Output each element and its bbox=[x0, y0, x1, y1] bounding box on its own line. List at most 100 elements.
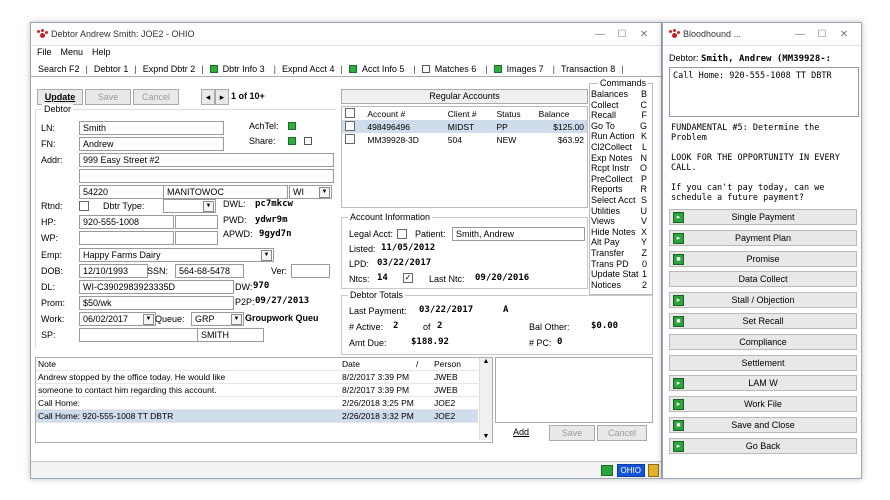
command-item[interactable]: Trans PD 0 bbox=[589, 259, 651, 270]
command-item[interactable]: Alt Pay Y bbox=[589, 237, 651, 248]
tab-transaction[interactable]: Transaction 8 bbox=[558, 64, 618, 74]
city-field[interactable]: MANITOWOC bbox=[163, 185, 288, 199]
command-item[interactable]: Transfer Z bbox=[589, 248, 651, 259]
maximize-icon[interactable]: ☐ bbox=[811, 29, 833, 40]
notes-scrollbar[interactable]: ▲ ▼ bbox=[479, 358, 492, 440]
command-item[interactable]: Recall F bbox=[589, 110, 651, 121]
address-line2-field[interactable] bbox=[79, 169, 334, 183]
address-line1-field[interactable]: 999 Easy Street #2 bbox=[79, 153, 334, 167]
command-item[interactable]: Collect C bbox=[589, 100, 651, 111]
tab-dbtr-info[interactable]: Dbtr Info 3 bbox=[207, 64, 271, 74]
col-sort[interactable]: / bbox=[414, 358, 432, 371]
legal-acct-checkbox[interactable] bbox=[397, 229, 407, 239]
note-row[interactable]: Call Home: 2/26/2018 3:25 PM JOE2 bbox=[36, 396, 478, 410]
menu-file[interactable]: File bbox=[37, 47, 52, 60]
sp-name-field[interactable]: SMITH bbox=[197, 328, 264, 342]
bloodhound-button[interactable]: Compliance bbox=[669, 333, 857, 350]
col-balance[interactable]: Balance bbox=[536, 107, 587, 120]
calculator-icon[interactable] bbox=[648, 464, 659, 477]
row-checkbox[interactable] bbox=[345, 120, 355, 131]
work-phone-ext-field[interactable] bbox=[175, 231, 218, 245]
col-note[interactable]: Note bbox=[36, 358, 340, 371]
save-note-button[interactable]: Save bbox=[549, 425, 595, 441]
row-checkbox[interactable] bbox=[345, 133, 355, 144]
bloodhound-button[interactable]: ▸ Work File bbox=[669, 396, 857, 413]
bloodhound-button[interactable]: Data Collect bbox=[669, 271, 857, 288]
command-item[interactable]: Hide Notes X bbox=[589, 227, 651, 238]
save-button[interactable]: Save bbox=[85, 89, 131, 105]
employer-select[interactable]: Happy Farms Dairy ▼ bbox=[79, 248, 274, 262]
zip-field[interactable]: 54220 bbox=[79, 185, 164, 199]
tab-matches[interactable]: Matches 6 bbox=[419, 64, 483, 74]
menu-menu[interactable]: Menu bbox=[61, 47, 84, 60]
scroll-up-icon[interactable]: ▲ bbox=[480, 358, 492, 365]
patient-field[interactable]: Smith, Andrew bbox=[452, 227, 585, 241]
bloodhound-button[interactable]: ■ Set Recall bbox=[669, 313, 857, 329]
bloodhound-button[interactable]: ▸ LAM W bbox=[669, 375, 857, 392]
tab-images[interactable]: Images 7 bbox=[491, 64, 550, 74]
work-phone-field[interactable] bbox=[79, 231, 174, 245]
command-item[interactable]: Select Acct S bbox=[589, 195, 651, 206]
state-select[interactable]: WI ▼ bbox=[289, 185, 332, 199]
bloodhound-button[interactable]: ▸ Payment Plan bbox=[669, 229, 857, 246]
command-item[interactable]: PreCollect P bbox=[589, 174, 651, 185]
cancel-button[interactable]: Cancel bbox=[133, 89, 179, 105]
command-item[interactable]: Views V bbox=[589, 216, 651, 227]
update-button[interactable]: Update bbox=[37, 89, 83, 105]
col-person[interactable]: Person bbox=[432, 358, 478, 371]
command-item[interactable]: Balances B bbox=[589, 89, 651, 100]
queue-select[interactable]: GRP ▼ bbox=[191, 312, 244, 326]
ver-field[interactable] bbox=[291, 264, 330, 278]
first-name-field[interactable]: Andrew bbox=[79, 137, 224, 151]
minimize-icon[interactable]: — bbox=[789, 29, 811, 40]
work-date-select[interactable]: 06/02/2017 ▼ bbox=[79, 312, 156, 326]
tab-acct-info[interactable]: Acct Info 5 bbox=[346, 64, 411, 74]
bloodhound-button[interactable]: ▸ Single Payment bbox=[669, 209, 857, 225]
bloodhound-note-box[interactable]: Call Home: 920-555-1008 TT DBTR bbox=[669, 67, 859, 117]
tab-debtor[interactable]: Debtor 1 bbox=[91, 64, 132, 74]
bloodhound-button[interactable]: ▸ Go Back bbox=[669, 437, 857, 454]
last-name-field[interactable]: Smith bbox=[79, 121, 224, 135]
command-item[interactable]: Notices 2 bbox=[589, 280, 651, 291]
home-phone-ext-field[interactable] bbox=[175, 215, 218, 229]
col-account[interactable]: Account # bbox=[364, 107, 444, 120]
drivers-license-field[interactable]: WI-C3902983923335D bbox=[79, 280, 234, 294]
menu-help[interactable]: Help bbox=[92, 47, 111, 60]
col-status[interactable]: Status bbox=[493, 107, 535, 120]
tab-search[interactable]: Search F2 bbox=[35, 64, 83, 74]
note-editor[interactable] bbox=[495, 357, 653, 423]
note-row[interactable]: Call Home: 920-555-1008 TT DBTR 2/26/2018… bbox=[36, 409, 478, 423]
bloodhound-button[interactable]: ■ Save and Close bbox=[669, 417, 857, 433]
promise-field[interactable]: $50/wk bbox=[79, 296, 234, 310]
command-item[interactable]: Utilities U bbox=[589, 206, 651, 217]
notices-checkbox[interactable]: ✓ bbox=[403, 273, 413, 283]
tab-expnd-acct[interactable]: Expnd Acct 4 bbox=[279, 64, 338, 74]
command-item[interactable]: Update Stat 1 bbox=[589, 269, 651, 280]
bloodhound-button[interactable]: ■ Promise bbox=[669, 250, 857, 267]
command-item[interactable]: Reports R bbox=[589, 184, 651, 195]
add-note-button[interactable]: Add bbox=[501, 425, 541, 439]
note-row[interactable]: someone to contact him regarding this ac… bbox=[36, 383, 478, 397]
note-row[interactable]: Andrew stopped by the office today. He w… bbox=[36, 370, 478, 384]
tab-expnd-dbtr[interactable]: Expnd Dbtr 2 bbox=[140, 64, 199, 74]
table-row[interactable]: 498496496 MIDST PP $125.00 bbox=[342, 120, 587, 133]
bloodhound-button[interactable]: ▸ Stall / Objection bbox=[669, 292, 857, 309]
next-record-button[interactable]: ▸ bbox=[215, 89, 229, 105]
home-phone-field[interactable]: 920-555-1008 bbox=[79, 215, 174, 229]
table-row[interactable]: MM39928-3D 504 NEW $63.92 bbox=[342, 133, 587, 146]
command-item[interactable]: Cl2Collect L bbox=[589, 142, 651, 153]
close-icon[interactable]: ✕ bbox=[833, 29, 855, 40]
dob-field[interactable]: 12/10/1993 bbox=[79, 264, 148, 278]
share-empty-icon[interactable] bbox=[304, 137, 312, 145]
command-item[interactable]: Run Action K bbox=[589, 131, 651, 142]
close-icon[interactable]: ✕ bbox=[633, 29, 655, 40]
command-item[interactable]: Exp Notes N bbox=[589, 153, 651, 164]
debtor-type-select[interactable]: ▼ bbox=[163, 199, 216, 213]
maximize-icon[interactable]: ☐ bbox=[611, 29, 633, 40]
returned-checkbox[interactable] bbox=[79, 201, 89, 211]
select-all-checkbox[interactable] bbox=[345, 107, 355, 118]
col-client[interactable]: Client # bbox=[445, 107, 494, 120]
minimize-icon[interactable]: — bbox=[589, 29, 611, 40]
command-item[interactable]: Go To G bbox=[589, 121, 651, 132]
sp-field[interactable] bbox=[79, 328, 198, 342]
